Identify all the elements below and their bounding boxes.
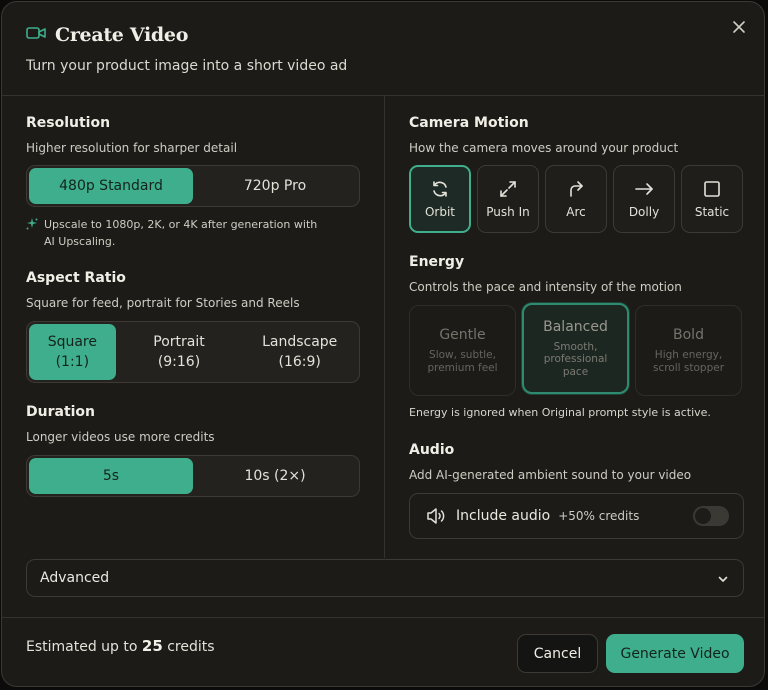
speaker-icon xyxy=(427,508,445,524)
camera-option-label: Dolly xyxy=(628,205,660,219)
audio-toggle-row: Include audio +50% credits xyxy=(409,493,744,539)
footer-divider xyxy=(2,617,764,618)
energy-option-bold[interactable]: Bold High energy, scroll stopper xyxy=(635,305,742,396)
estimate-value: 25 xyxy=(141,637,163,655)
resolution-selector: 480p Standard 720p Pro xyxy=(26,165,360,207)
audio-toggle[interactable] xyxy=(693,506,729,526)
dialog-title: Create Video xyxy=(55,24,189,46)
energy-options: Gentle Slow, subtle, premium feel Balanc… xyxy=(409,303,742,396)
arrow-right-icon xyxy=(635,183,653,195)
arc-arrow-icon xyxy=(570,181,583,197)
audio-credits: +50% credits xyxy=(558,509,640,523)
resolution-title: Resolution xyxy=(26,115,111,131)
title-row: Create Video xyxy=(26,24,188,46)
energy-note: Energy is ignored when Original prompt s… xyxy=(409,406,711,419)
estimate-suffix: credits xyxy=(167,639,215,655)
advanced-label: Advanced xyxy=(40,570,110,586)
sparkle-icon xyxy=(26,218,38,230)
aspect-option-square[interactable]: Square (1:1) xyxy=(29,324,116,380)
camera-option-label: Push In xyxy=(486,205,530,219)
energy-desc: Controls the pace and intensity of the m… xyxy=(409,280,682,294)
refresh-icon xyxy=(433,181,447,197)
energy-option-gentle[interactable]: Gentle Slow, subtle, premium feel xyxy=(409,305,516,396)
video-camera-icon xyxy=(26,25,46,45)
energy-option-desc: Smooth, professional pace xyxy=(543,340,608,378)
advanced-dropdown[interactable]: Advanced xyxy=(26,559,744,597)
aspect-option-portrait[interactable]: Portrait (9:16) xyxy=(116,324,243,380)
camera-title: Camera Motion xyxy=(409,115,529,131)
resolution-desc: Higher resolution for sharper detail xyxy=(26,141,238,155)
duration-option-10s[interactable]: 10s (2×) xyxy=(193,458,357,494)
close-icon[interactable] xyxy=(730,18,748,36)
duration-desc: Longer videos use more credits xyxy=(26,430,215,444)
camera-option-label: Arc xyxy=(566,205,586,219)
energy-option-balanced[interactable]: Balanced Smooth, professional pace xyxy=(522,303,629,394)
generate-video-button[interactable]: Generate Video xyxy=(606,634,744,673)
credit-estimate: Estimated up to 25 credits xyxy=(26,637,215,655)
energy-option-name: Bold xyxy=(673,327,704,343)
camera-option-orbit[interactable]: Orbit xyxy=(409,165,471,233)
duration-selector: 5s 10s (2×) xyxy=(26,455,360,497)
camera-option-push-in[interactable]: Push In xyxy=(477,165,539,233)
chevron-down-icon xyxy=(718,576,728,582)
upscale-note-text: Upscale to 1080p, 2K, or 4K after genera… xyxy=(44,218,318,248)
cancel-button[interactable]: Cancel xyxy=(517,634,598,673)
camera-option-dolly[interactable]: Dolly xyxy=(613,165,675,233)
estimate-prefix: Estimated up to xyxy=(26,639,138,655)
resolution-option-720p[interactable]: 720p Pro xyxy=(193,168,357,204)
aspect-selector: Square (1:1) Portrait (9:16) Landscape (… xyxy=(26,321,360,383)
aspect-desc: Square for feed, portrait for Stories an… xyxy=(26,296,300,310)
camera-option-label: Static xyxy=(694,205,730,219)
resolution-option-480p[interactable]: 480p Standard xyxy=(29,168,193,204)
energy-title: Energy xyxy=(409,254,465,270)
camera-desc: How the camera moves around your product xyxy=(409,141,679,155)
energy-option-name: Balanced xyxy=(543,318,608,335)
create-video-dialog: Create Video Turn your product image int… xyxy=(1,1,765,687)
energy-option-desc: High energy, scroll stopper xyxy=(652,349,725,374)
column-divider xyxy=(384,95,385,558)
energy-option-desc: Slow, subtle, premium feel xyxy=(427,349,498,374)
energy-option-name: Gentle xyxy=(439,327,486,343)
upscale-note: Upscale to 1080p, 2K, or 4K after genera… xyxy=(26,216,326,250)
audio-label: Include audio xyxy=(456,508,551,524)
square-icon xyxy=(704,181,720,197)
duration-option-5s[interactable]: 5s xyxy=(29,458,193,494)
dialog-header: Create Video Turn your product image int… xyxy=(2,2,764,96)
dialog-subtitle: Turn your product image into a short vid… xyxy=(26,58,348,74)
aspect-title: Aspect Ratio xyxy=(26,270,126,286)
camera-option-static[interactable]: Static xyxy=(681,165,743,233)
audio-title: Audio xyxy=(409,442,455,458)
toggle-knob xyxy=(695,508,711,524)
camera-motion-options: Orbit Push In Arc Dolly Static xyxy=(409,165,743,233)
expand-icon xyxy=(500,181,516,197)
camera-option-label: Orbit xyxy=(424,205,456,219)
duration-title: Duration xyxy=(26,404,96,420)
audio-desc: Add AI-generated ambient sound to your v… xyxy=(409,468,692,482)
aspect-option-landscape[interactable]: Landscape (16:9) xyxy=(242,324,357,380)
camera-option-arc[interactable]: Arc xyxy=(545,165,607,233)
